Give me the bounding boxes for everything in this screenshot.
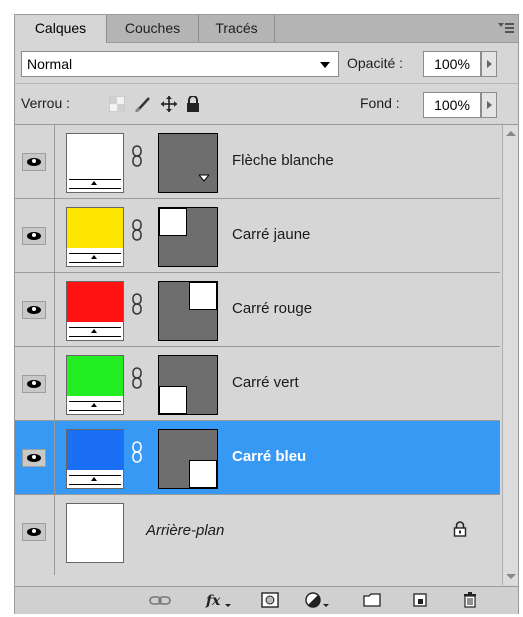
- opacity-input[interactable]: 100%: [423, 51, 481, 77]
- tab-couches[interactable]: Couches: [107, 15, 199, 42]
- layer-name: Carré bleu: [232, 448, 307, 465]
- layer-thumbnail: [66, 355, 124, 415]
- visibility-toggle[interactable]: [15, 199, 55, 272]
- tab-calques[interactable]: Calques: [15, 15, 107, 43]
- mask-square: [159, 386, 187, 414]
- layer-thumbnail: [66, 429, 124, 489]
- eye-icon: [22, 301, 46, 319]
- lock-row: Verrou : Fond : 100%: [15, 84, 518, 125]
- lock-brush-icon[interactable]: [135, 96, 151, 112]
- chain-link-icon[interactable]: [132, 293, 142, 315]
- layer-thumbnail: [66, 207, 124, 267]
- add-mask-icon[interactable]: [261, 592, 279, 608]
- mask-square: [189, 282, 217, 310]
- vector-mask-thumbnail: [158, 207, 218, 267]
- blend-row: Normal Opacité : 100%: [15, 43, 518, 84]
- folder-icon[interactable]: [363, 592, 381, 608]
- eye-icon: [22, 523, 46, 541]
- chain-link-icon[interactable]: [132, 367, 142, 389]
- layer-row[interactable]: Flèche blanche: [15, 125, 500, 199]
- layers-list: Flèche blanche Carré jaune Carré rouge C…: [15, 125, 500, 585]
- chevron-right-icon: [487, 101, 492, 109]
- layer-row[interactable]: Carré rouge: [15, 273, 500, 347]
- chain-link-icon[interactable]: [132, 441, 142, 463]
- lock-move-icon[interactable]: [161, 96, 177, 112]
- background-layer-row[interactable]: Arrière-plan: [15, 495, 500, 575]
- opacity-label: Opacité :: [347, 55, 404, 71]
- layer-row[interactable]: Carré jaune: [15, 199, 500, 273]
- fx-icon[interactable]: fx: [205, 592, 231, 608]
- eye-icon: [22, 375, 46, 393]
- layer-thumbnail: [66, 133, 124, 193]
- visibility-toggle[interactable]: [15, 125, 55, 198]
- vector-mask-thumbnail: [158, 133, 218, 193]
- layers-panel: Calques Couches Tracés Normal Opacité : …: [14, 14, 519, 614]
- link-icon[interactable]: [149, 592, 171, 608]
- lock-transparency-icon[interactable]: [109, 96, 125, 112]
- eye-icon: [22, 153, 46, 171]
- layer-row-selected[interactable]: Carré bleu: [15, 421, 500, 495]
- fill-input[interactable]: 100%: [423, 92, 481, 118]
- layer-color-fill: [67, 356, 123, 396]
- layer-row[interactable]: Carré vert: [15, 347, 500, 421]
- chain-link-icon[interactable]: [132, 145, 142, 167]
- blend-mode-select[interactable]: Normal: [21, 51, 339, 77]
- layer-thumbnail: [66, 503, 124, 563]
- tab-bar: Calques Couches Tracés: [15, 15, 518, 43]
- layer-color-fill: [67, 208, 123, 248]
- vector-mask-thumbnail: [158, 281, 218, 341]
- visibility-toggle[interactable]: [15, 273, 55, 346]
- arrow-shape-icon: [199, 174, 209, 182]
- layer-name: Carré rouge: [232, 300, 313, 317]
- chain-link-icon[interactable]: [132, 219, 142, 241]
- layer-name: Flèche blanche: [232, 152, 334, 169]
- chevron-down-icon: [320, 62, 330, 68]
- lock-icon: [453, 521, 467, 537]
- scroll-up-icon[interactable]: [506, 131, 516, 136]
- visibility-toggle[interactable]: [15, 421, 55, 494]
- layer-color-fill: [67, 282, 123, 322]
- mask-square: [159, 208, 187, 236]
- layer-name: Arrière-plan: [146, 522, 225, 539]
- layer-name: Carré jaune: [232, 226, 311, 243]
- mask-square: [189, 460, 217, 488]
- panel-menu-icon[interactable]: [498, 21, 514, 35]
- vector-mask-thumbnail: [158, 355, 218, 415]
- visibility-toggle[interactable]: [15, 347, 55, 420]
- tab-traces[interactable]: Tracés: [199, 15, 275, 42]
- eye-icon: [22, 227, 46, 245]
- blend-mode-value: Normal: [27, 56, 73, 72]
- panel-footer-toolbar: fx: [15, 586, 518, 614]
- vector-mask-thumbnail: [158, 429, 218, 489]
- layers-scrollbar[interactable]: [502, 125, 518, 585]
- layer-thumbnail: [66, 281, 124, 341]
- fill-slider-button[interactable]: [481, 92, 497, 118]
- lock-label: Verrou :: [21, 95, 71, 111]
- trash-icon[interactable]: [461, 592, 479, 608]
- adjustment-layer-icon[interactable]: [305, 592, 329, 608]
- layer-color-fill: [67, 430, 123, 470]
- visibility-toggle[interactable]: [15, 495, 55, 575]
- layer-name: Carré vert: [232, 374, 299, 391]
- new-layer-icon[interactable]: [411, 592, 429, 608]
- fill-label: Fond :: [360, 95, 400, 111]
- opacity-slider-button[interactable]: [481, 51, 497, 77]
- layer-color-fill: [67, 134, 123, 174]
- chevron-right-icon: [487, 60, 492, 68]
- scroll-down-icon[interactable]: [506, 574, 516, 579]
- svg-text:fx: fx: [205, 593, 221, 608]
- eye-icon: [22, 449, 46, 467]
- lock-all-icon[interactable]: [185, 96, 201, 112]
